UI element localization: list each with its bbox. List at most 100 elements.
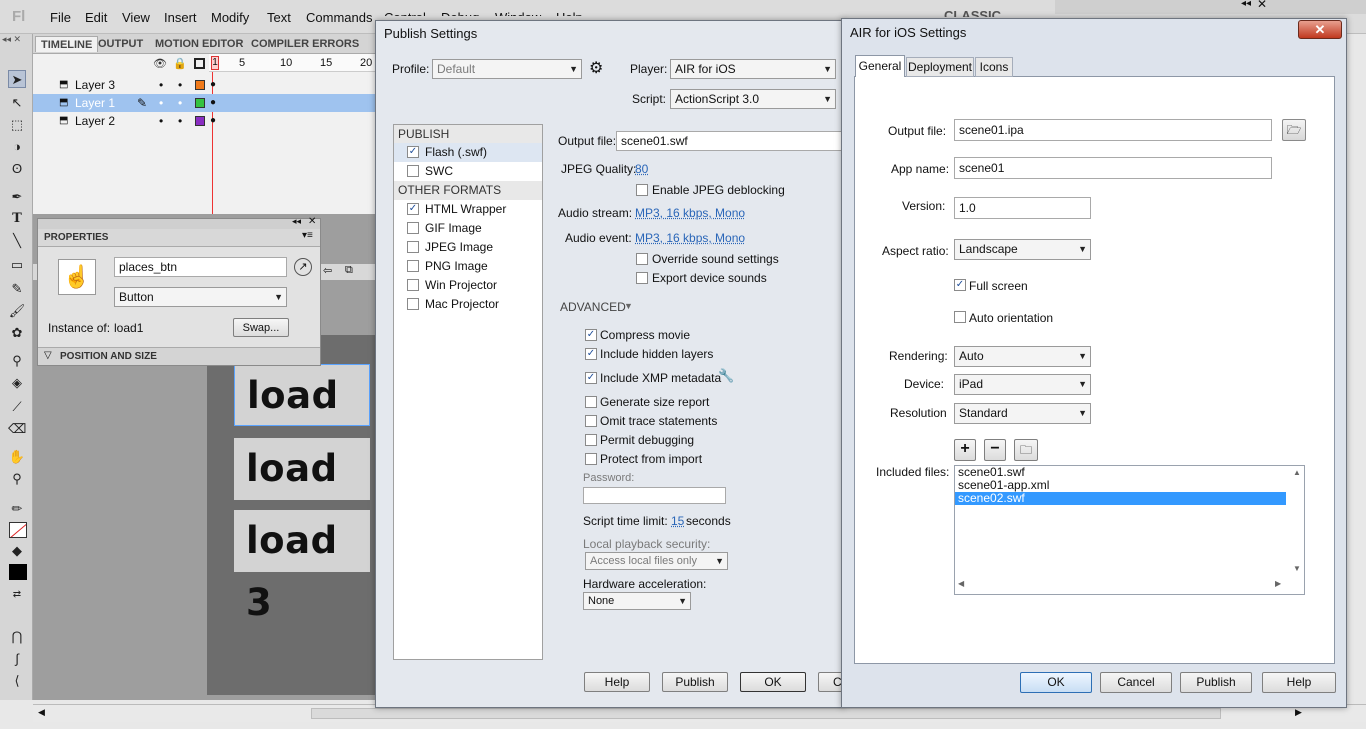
checkbox[interactable]: [407, 241, 419, 253]
layer-row[interactable]: ⬒ Layer 3 • • ●: [33, 76, 378, 94]
checkbox[interactable]: [407, 298, 419, 310]
omit-trace-checkbox[interactable]: [585, 415, 597, 427]
export-device-checkbox[interactable]: [636, 272, 648, 284]
format-png[interactable]: PNG Image: [394, 257, 542, 276]
format-win-projector[interactable]: Win Projector: [394, 276, 542, 295]
menu-file[interactable]: File: [50, 10, 71, 25]
selection-tool-icon[interactable]: ➤: [8, 70, 26, 88]
help-button[interactable]: Help: [1262, 672, 1336, 693]
straighten-icon[interactable]: ⟨: [8, 672, 26, 690]
position-size-section[interactable]: ▽ POSITION AND SIZE: [38, 347, 320, 365]
line-tool-icon[interactable]: ╲: [8, 232, 26, 250]
frame-ruler[interactable]: 1 5 10 15 20: [209, 54, 378, 72]
hw-accel-dropdown[interactable]: None ▼: [583, 592, 691, 610]
close-icon[interactable]: ✕: [1298, 20, 1342, 39]
scroll-down-icon[interactable]: ▼: [1293, 564, 1301, 573]
app-name-field[interactable]: scene01: [954, 157, 1272, 179]
layer-row-selected[interactable]: ⬒ Layer 1 ✎ • • ●: [33, 94, 378, 112]
stroke-color-icon[interactable]: ✏: [8, 500, 26, 518]
menu-insert[interactable]: Insert: [164, 10, 197, 25]
aspect-ratio-dropdown[interactable]: Landscape ▼: [954, 239, 1091, 260]
playhead-frame[interactable]: 1: [211, 56, 219, 70]
checkbox[interactable]: ✓: [407, 203, 419, 215]
tab-compiler-errors[interactable]: COMPILER ERRORS: [246, 36, 364, 52]
browse-folder-icon[interactable]: 🗁: [1282, 119, 1306, 141]
publish-button[interactable]: Publish: [662, 672, 728, 692]
lock-dot[interactable]: •: [178, 94, 182, 112]
swap-colors-icon[interactable]: ⇄: [8, 586, 26, 604]
version-field[interactable]: 1.0: [954, 197, 1091, 219]
deblocking-checkbox[interactable]: [636, 184, 648, 196]
tab-deployment[interactable]: Deployment: [906, 57, 974, 77]
fill-swatch[interactable]: [9, 564, 27, 580]
cancel-button[interactable]: Cancel: [1100, 672, 1172, 693]
protect-import-checkbox[interactable]: [585, 453, 597, 465]
checkbox[interactable]: [407, 279, 419, 291]
load-2-button[interactable]: load 2: [234, 438, 370, 552]
help-button[interactable]: Help: [584, 672, 650, 692]
scroll-right-icon[interactable]: ▶: [1275, 579, 1281, 588]
tab-output[interactable]: OUTPUT: [93, 36, 148, 52]
visibility-dot[interactable]: •: [159, 76, 163, 94]
checkbox[interactable]: ✓: [407, 146, 419, 158]
eraser-tool-icon[interactable]: ⌫: [8, 420, 26, 438]
hidden-layers-checkbox[interactable]: ✓: [585, 348, 597, 360]
layer-name[interactable]: Layer 1: [75, 94, 115, 112]
checkbox[interactable]: [407, 222, 419, 234]
expand-triangle-icon[interactable]: ▼: [624, 301, 633, 311]
zoom-tool-icon[interactable]: ⚲: [8, 470, 26, 488]
remove-file-icon[interactable]: −: [984, 439, 1006, 461]
stroke-swatch[interactable]: [9, 522, 27, 538]
publish-button[interactable]: Publish: [1180, 672, 1252, 693]
resolution-dropdown[interactable]: Standard ▼: [954, 403, 1091, 424]
menu-text[interactable]: Text: [267, 10, 291, 25]
close-icon[interactable]: ✕: [308, 216, 316, 227]
scrollbar-thumb[interactable]: [311, 708, 1221, 719]
pencil-tool-icon[interactable]: ✎: [8, 280, 26, 298]
tab-timeline[interactable]: TIMELINE: [35, 36, 99, 52]
scroll-left-icon[interactable]: ◀: [958, 579, 964, 588]
close-icon[interactable]: ✕: [1257, 0, 1267, 11]
tools-collapse-icon[interactable]: ◂◂ ✕: [2, 34, 32, 46]
target-flash[interactable]: ✓ Flash (.swf): [394, 143, 542, 162]
target-swc[interactable]: SWC: [394, 162, 542, 181]
instance-name-field[interactable]: places_btn: [114, 257, 287, 277]
subselection-tool-icon[interactable]: ↖: [8, 94, 26, 112]
override-sound-checkbox[interactable]: [636, 253, 648, 265]
size-report-checkbox[interactable]: [585, 396, 597, 408]
layer-name[interactable]: Layer 2: [75, 112, 115, 130]
add-file-icon[interactable]: +: [954, 439, 976, 461]
full-screen-checkbox[interactable]: ✓: [954, 279, 966, 291]
menu-edit[interactable]: Edit: [85, 10, 107, 25]
bone-tool-icon[interactable]: ⚲: [8, 352, 26, 370]
panel-menu-icon[interactable]: ▾≡: [302, 230, 313, 241]
format-gif[interactable]: GIF Image: [394, 219, 542, 238]
expand-triangle-icon[interactable]: ▽: [44, 350, 52, 361]
scene-icon[interactable]: ⧉: [345, 264, 353, 277]
visibility-dot[interactable]: •: [159, 112, 163, 130]
swap-button[interactable]: Swap...: [233, 318, 289, 337]
output-file-field[interactable]: scene01.swf: [616, 131, 846, 151]
xmp-checkbox[interactable]: ✓: [585, 372, 597, 384]
pen-tool-icon[interactable]: ✒: [8, 188, 26, 206]
add-folder-icon[interactable]: 🗀: [1014, 439, 1038, 461]
paint-bucket-icon[interactable]: ◈: [8, 374, 26, 392]
password-field[interactable]: [583, 487, 726, 504]
menu-commands[interactable]: Commands: [306, 10, 372, 25]
profile-dropdown[interactable]: Default ▼: [432, 59, 582, 79]
load-3-button[interactable]: load 3: [234, 510, 370, 624]
menu-view[interactable]: View: [122, 10, 150, 25]
auto-orientation-checkbox[interactable]: [954, 311, 966, 323]
eyedropper-icon[interactable]: ⟋: [8, 398, 26, 416]
visibility-dot[interactable]: •: [159, 94, 163, 112]
output-file-field[interactable]: scene01.ipa: [954, 119, 1272, 141]
layer-color-swatch[interactable]: [195, 98, 205, 108]
compress-checkbox[interactable]: ✓: [585, 329, 597, 341]
eye-icon[interactable]: 👁: [153, 57, 167, 70]
local-security-dropdown[interactable]: Access local files only ▼: [585, 552, 728, 570]
layer-name[interactable]: Layer 3: [75, 76, 115, 94]
snap-magnet-icon[interactable]: ⋂: [8, 628, 26, 646]
script-dropdown[interactable]: ActionScript 3.0 ▼: [670, 89, 836, 109]
jpeg-quality-value[interactable]: 80: [635, 162, 648, 176]
included-files-list[interactable]: scene01.swf scene01-app.xml scene02.swf …: [954, 465, 1305, 595]
